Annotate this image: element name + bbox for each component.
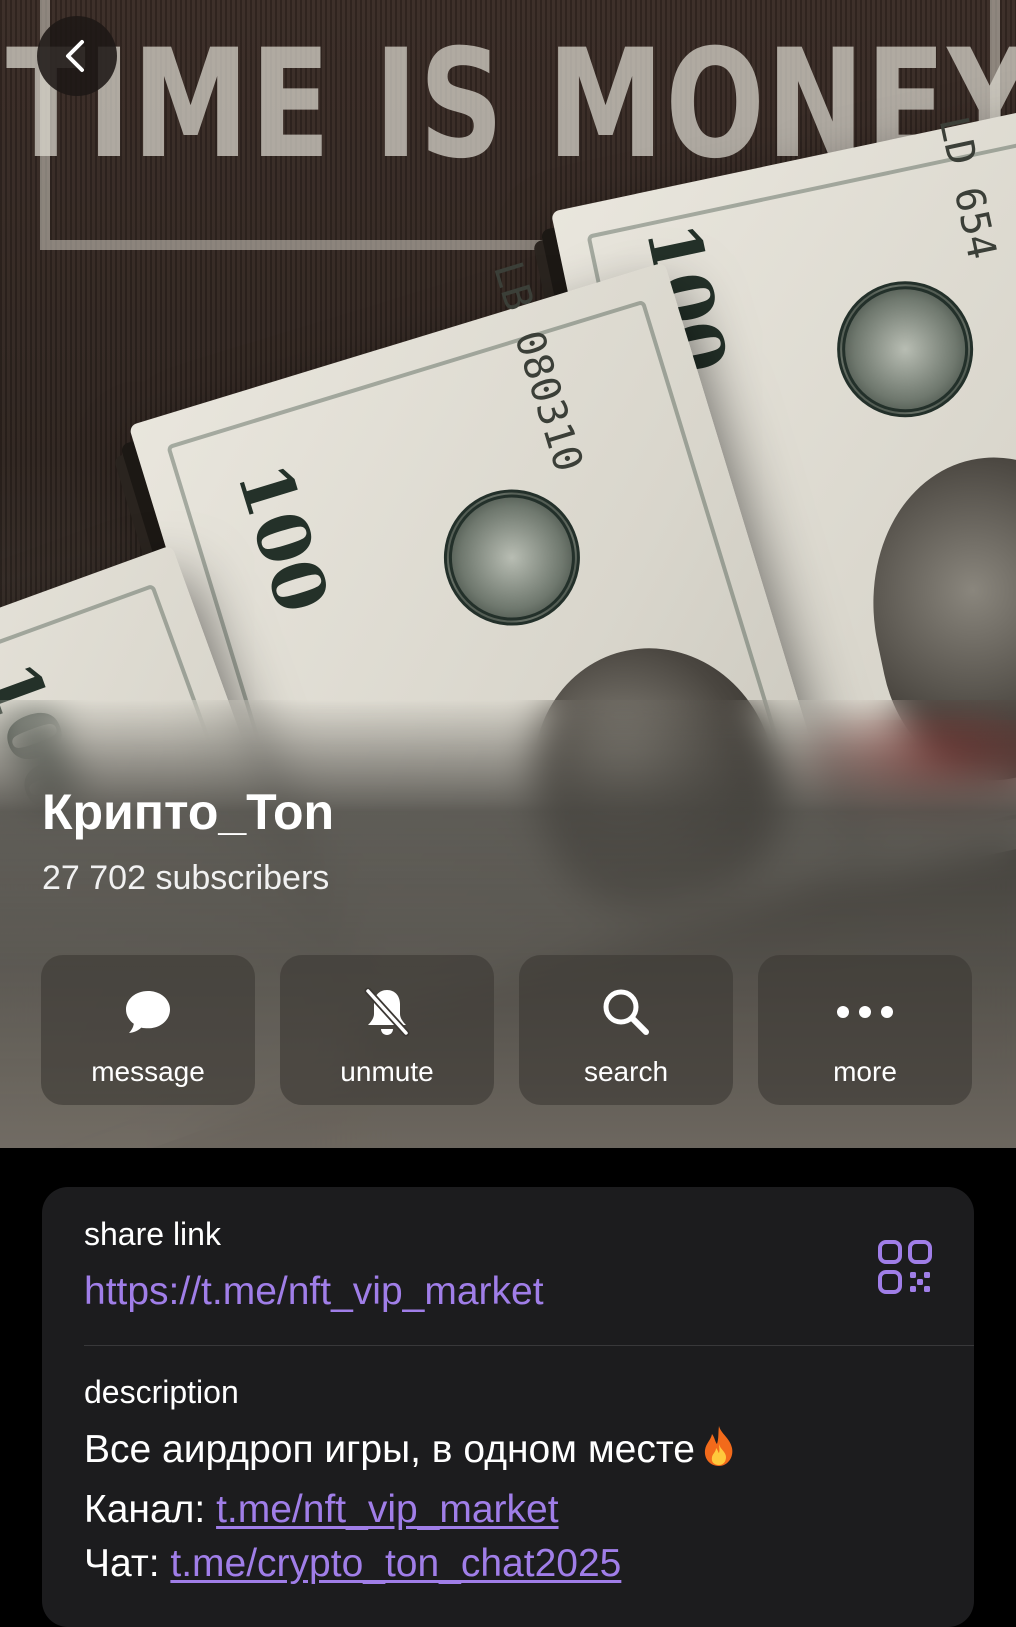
chat-bubble-icon xyxy=(126,991,170,1033)
channel-info-card: share link https://t.me/nft_vip_market d… xyxy=(42,1187,974,1627)
qr-code-button[interactable] xyxy=(877,1239,933,1295)
chat-link-prefix: Чат: xyxy=(84,1542,171,1585)
fire-icon xyxy=(699,1424,739,1483)
search-label: search xyxy=(583,1056,669,1087)
chevron-left-icon xyxy=(66,40,84,72)
unmute-label: unmute xyxy=(340,1056,434,1087)
description-text: Все аирдроп игры, в одном месте Канал: t… xyxy=(84,1423,739,1591)
ellipsis-icon xyxy=(837,1006,893,1018)
search-icon xyxy=(603,989,649,1035)
description-label: description xyxy=(84,1374,239,1410)
description-line: Все аирдроп игры, в одном месте xyxy=(84,1428,695,1471)
channel-link[interactable]: t.me/nft_vip_market xyxy=(216,1488,558,1531)
message-button[interactable]: message xyxy=(41,955,255,1105)
more-button[interactable]: more xyxy=(758,955,972,1105)
message-label: message xyxy=(91,1056,205,1087)
divider xyxy=(84,1345,974,1346)
back-button[interactable] xyxy=(37,16,117,96)
unmute-button[interactable]: unmute xyxy=(280,955,494,1105)
more-label: more xyxy=(833,1056,897,1087)
action-bar: message unmute search more xyxy=(41,955,975,1105)
qr-code-icon xyxy=(878,1240,932,1294)
subscriber-count: 27 702 subscribers xyxy=(42,859,330,897)
search-button[interactable]: search xyxy=(519,955,733,1105)
share-link-label: share link xyxy=(84,1216,221,1252)
channel-name: Крипто_Ton xyxy=(42,784,335,840)
channel-link-prefix: Канал: xyxy=(84,1488,217,1531)
chat-link[interactable]: t.me/crypto_ton_chat2025 xyxy=(170,1542,621,1585)
share-link-url[interactable]: https://t.me/nft_vip_market xyxy=(84,1269,544,1315)
bell-slash-icon xyxy=(364,987,410,1037)
